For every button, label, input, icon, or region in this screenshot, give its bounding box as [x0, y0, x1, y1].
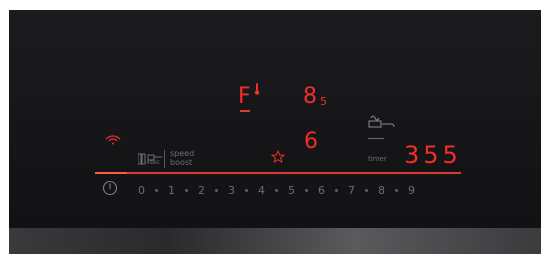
level-upper-main: 8: [303, 84, 317, 109]
level-0[interactable]: 0: [138, 184, 145, 197]
wifi-icon[interactable]: [105, 132, 121, 148]
level-5[interactable]: 5: [288, 184, 295, 197]
glass-edge: [9, 228, 541, 254]
level-3[interactable]: 3: [228, 184, 235, 197]
scale-dot: [275, 188, 278, 192]
scale-dot: [155, 188, 158, 192]
level-4[interactable]: 4: [258, 184, 265, 197]
power-level-scale[interactable]: 0 1 2 3 4 5 6 7 8 9: [138, 183, 458, 197]
scale-dot: [395, 188, 398, 192]
thermometer-icon: [254, 83, 260, 97]
slider-fill: [95, 172, 127, 174]
separator-line: [164, 150, 165, 168]
power-icon[interactable]: [102, 180, 118, 199]
steam-pot-icon[interactable]: [367, 114, 397, 133]
zone-code-underline: [240, 110, 250, 112]
active-slider-track: [95, 172, 461, 174]
level-9[interactable]: 9: [408, 184, 415, 197]
timer-divider: [368, 138, 384, 139]
scale-dot: [185, 188, 188, 192]
timer-label: timer: [368, 155, 387, 163]
speed-label: speed: [170, 149, 195, 158]
timer-value: 355: [404, 141, 462, 169]
level-8[interactable]: 8: [378, 184, 385, 197]
star-icon[interactable]: [270, 149, 286, 166]
boost-label: boost: [170, 158, 193, 167]
scale-dot: [365, 188, 368, 192]
scale-dot: [305, 188, 308, 192]
level-upper-sub: 5: [320, 95, 327, 108]
scale-dot: [245, 188, 248, 192]
level-1[interactable]: 1: [168, 184, 175, 197]
level-2[interactable]: 2: [198, 184, 205, 197]
level-lower: 6: [304, 129, 318, 154]
zone-code: F: [238, 84, 251, 109]
level-7[interactable]: 7: [348, 184, 355, 197]
sensor-caption: 4sec: [146, 159, 160, 166]
scale-dot: [335, 188, 338, 192]
scale-dot: [215, 188, 218, 192]
level-6[interactable]: 6: [318, 184, 325, 197]
